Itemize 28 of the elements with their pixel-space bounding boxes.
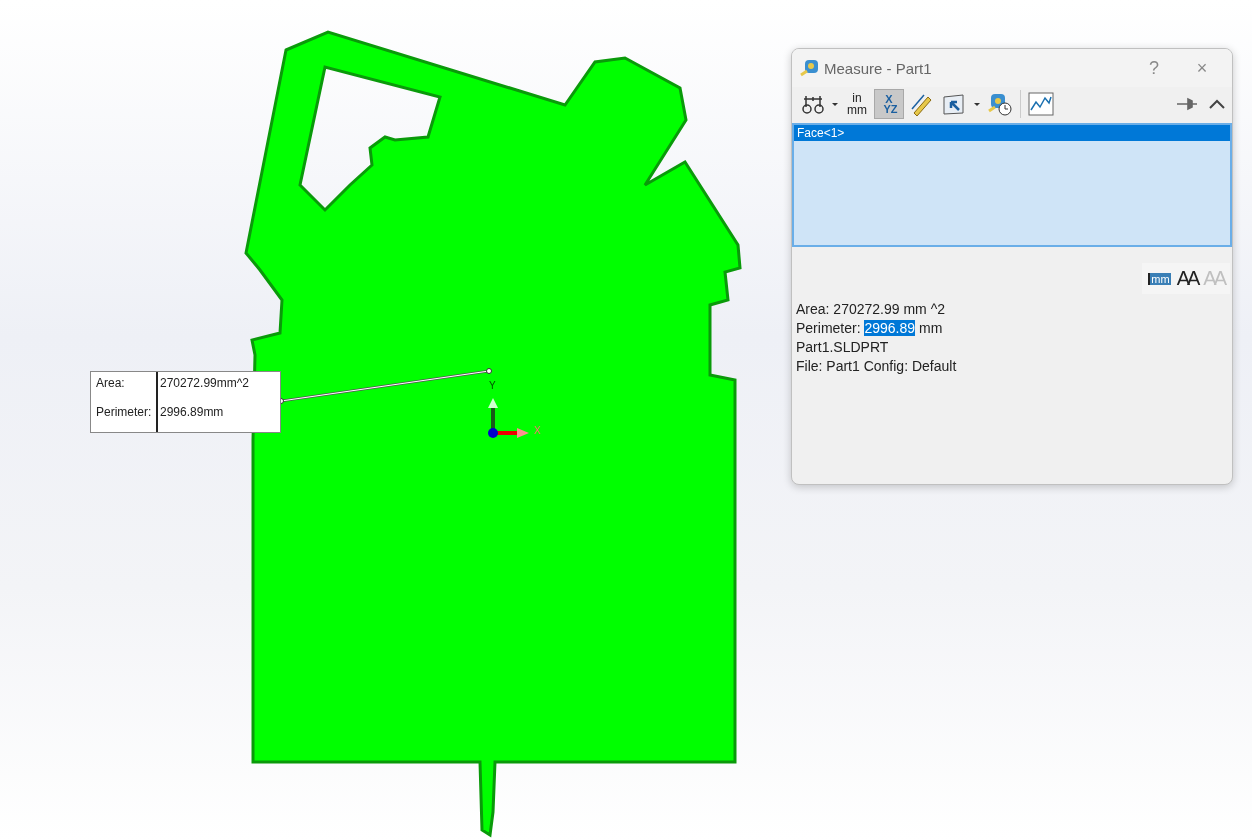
font-up-button[interactable]: AA xyxy=(1176,267,1198,290)
tape-clock-icon xyxy=(987,91,1013,117)
callout-value: 2996.89mm xyxy=(160,405,225,419)
selection-item[interactable]: Face<1> xyxy=(794,125,1230,141)
tape-measure-icon xyxy=(800,58,820,78)
result-line: File: Part1 Config: Default xyxy=(796,357,958,376)
result-line: Perimeter: 2996.89 mm xyxy=(796,319,944,338)
graph-icon xyxy=(1028,92,1054,116)
sensor-tool-button[interactable] xyxy=(1025,89,1057,119)
triad-drawing xyxy=(488,398,529,438)
plane-arrow-icon xyxy=(941,92,967,116)
units-tool-button[interactable]: in mm xyxy=(842,89,872,119)
callout-value: 270272.99mm^2 xyxy=(160,376,251,390)
help-button[interactable]: ? xyxy=(1132,57,1176,79)
callout-label: Perimeter: xyxy=(96,405,153,419)
pin-icon[interactable] xyxy=(1176,97,1198,111)
window-title: Measure - Part1 xyxy=(824,59,933,77)
callout-label: Area: xyxy=(96,376,126,390)
x-axis-label: X xyxy=(534,425,541,436)
result-line: Part1.SLDPRT xyxy=(796,338,890,357)
close-button[interactable]: × xyxy=(1180,57,1224,79)
y-axis-label: Y xyxy=(489,380,496,391)
collapse-icon[interactable] xyxy=(1208,97,1226,111)
result-line: Area: 270272.99 mm ^2 xyxy=(796,300,946,319)
selection-list[interactable]: Face<1> xyxy=(792,123,1232,247)
calipers-icon xyxy=(801,93,825,115)
xyz-tool-button[interactable]: X YZ xyxy=(874,89,904,119)
ruler-icon xyxy=(909,92,933,116)
